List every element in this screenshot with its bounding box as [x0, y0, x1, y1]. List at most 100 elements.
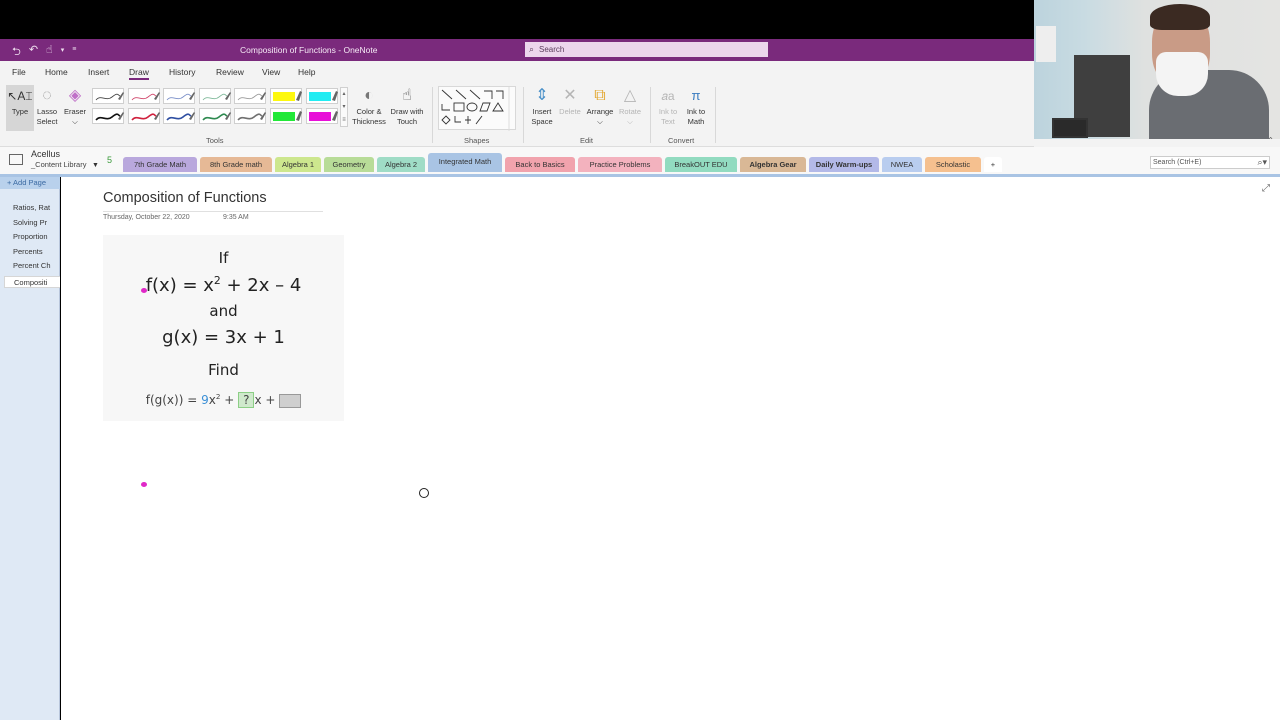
tab-view[interactable]: View [262, 67, 280, 77]
pen-swatch[interactable] [198, 108, 231, 124]
notebook-search-placeholder: Search (Ctrl+E) [1153, 159, 1202, 166]
quick-access-toolbar: ⮌ ↶ ☝ ▾ ≡ [12, 43, 76, 62]
pen-swatch[interactable] [163, 88, 195, 104]
problem-line-and: and [209, 302, 238, 320]
eraser-button[interactable]: ◈ Eraser ⌵ [62, 85, 88, 127]
ribbon-separator [715, 87, 716, 143]
problem-line-f: f(x) = x2 + 2x – 4 [103, 274, 344, 296]
eraser-dropdown-icon: ⌵ [72, 117, 78, 126]
section-tab[interactable]: Geometry [324, 157, 374, 172]
arrange-icon: ⧉ [594, 87, 606, 104]
pen-swatch[interactable] [234, 108, 266, 124]
dropdown-icon[interactable]: ▾ [61, 43, 65, 62]
page-list-item[interactable]: Solving Pr [13, 218, 60, 227]
highlighter-swatch[interactable] [270, 88, 302, 104]
add-page-button[interactable]: + Add Page [0, 177, 60, 189]
search-icon: ⌕▾ [1257, 157, 1267, 167]
tab-home[interactable]: Home [45, 67, 68, 77]
draw-with-touch-button[interactable]: ☝ Draw with Touch [389, 85, 425, 127]
pen-swatch[interactable] [127, 108, 160, 124]
answer-x-term: x + [254, 393, 280, 407]
undo-icon[interactable]: ↶ [29, 43, 38, 62]
tab-insert[interactable]: Insert [88, 67, 109, 77]
pen-swatch[interactable] [127, 88, 160, 104]
section-tab[interactable]: Practice Problems [578, 157, 662, 172]
pen-swatch[interactable] [163, 108, 195, 124]
pen-swatch[interactable] [92, 88, 124, 104]
pen-swatch[interactable] [92, 108, 124, 124]
problem-line-g: g(x) = 3x + 1 [162, 327, 285, 348]
section-tab[interactable]: Scholastic [925, 157, 981, 172]
section-tab[interactable]: BreakOUT EDU [665, 157, 737, 172]
title-underline [103, 211, 323, 212]
note-canvas[interactable]: Composition of Functions Thursday, Octob… [61, 177, 1280, 720]
section-tab[interactable]: Integrated Math [428, 153, 502, 172]
problem-image[interactable]: If f(x) = x2 + 2x – 4 and g(x) = 3x + 1 … [103, 235, 344, 421]
notebook-selector[interactable]: Acellus _Content Library ▼ [31, 149, 99, 171]
section-tab[interactable]: Algebra Gear [740, 157, 806, 172]
page-title[interactable]: Composition of Functions [103, 190, 267, 206]
section-tab[interactable]: NWEA [882, 157, 922, 172]
page-list-item[interactable]: Ratios, Rat [13, 203, 60, 212]
draw-with-touch-label: Draw with Touch [390, 107, 424, 126]
arrange-button[interactable]: ⧉ Arrange ⌵ [584, 85, 616, 127]
type-button[interactable]: ↖A⌶ Type [6, 85, 34, 131]
section-tab[interactable]: Algebra 2 [377, 157, 425, 172]
highlighter-swatch[interactable] [270, 108, 302, 124]
expand-icon[interactable]: ⤢ [1262, 183, 1270, 194]
rotate-dropdown-icon: ⌵ [627, 117, 633, 126]
shapes-group-label: Shapes [464, 136, 490, 145]
tab-draw[interactable]: Draw [129, 67, 149, 80]
ribbon-collapse-bar: ⌃ [1034, 136, 1280, 147]
app-root: ⮌ ↶ ☝ ▾ ≡ Composition of Functions - One… [0, 0, 1280, 720]
delete-button[interactable]: ✕ Delete [558, 85, 582, 117]
pen-swatch[interactable] [234, 88, 266, 104]
page-list-item[interactable]: Percents [13, 247, 60, 256]
ink-to-math-button[interactable]: π Ink to Math [683, 85, 709, 127]
rotate-button[interactable]: △ Rotate ⌵ [617, 85, 643, 127]
answer-coefficient: 9 [201, 393, 209, 407]
back-icon[interactable]: ⮌ [12, 43, 21, 62]
ink-to-text-button[interactable]: 𝑎a Ink to Text [655, 85, 681, 127]
shapes-gallery[interactable] [438, 86, 516, 131]
lasso-select-button[interactable]: ◌ Lasso Select [35, 85, 59, 127]
page-list-item[interactable]: Proportion [13, 232, 60, 241]
ink-dot [141, 288, 147, 293]
section-tab[interactable]: Daily Warm-ups [809, 157, 879, 172]
tab-review[interactable]: Review [216, 67, 244, 77]
f-exponent: 2 [213, 274, 221, 287]
search-icon: ⌕ [529, 44, 535, 54]
tab-file[interactable]: File [12, 67, 26, 77]
insert-space-button[interactable]: ⇕ Insert Space [528, 85, 556, 127]
touch-mode-icon[interactable]: ☝ [46, 43, 53, 62]
section-tab[interactable]: Algebra 1 [275, 157, 321, 172]
tab-history[interactable]: History [169, 67, 195, 77]
notebook-icon[interactable] [9, 154, 23, 165]
answer-plus: + [220, 393, 239, 407]
page-list-item[interactable]: Percent Ch [13, 261, 60, 270]
rotate-label: Rotate [618, 107, 642, 116]
ribbon-separator [523, 87, 524, 143]
answer-box-constant [279, 393, 302, 408]
section-tab[interactable]: 8th Grade math [200, 157, 272, 172]
tab-help[interactable]: Help [298, 67, 315, 77]
highlighter-swatch[interactable] [305, 108, 338, 124]
delete-label: Delete [559, 107, 581, 116]
collapse-ribbon-icon[interactable]: ⌃ [1267, 136, 1274, 145]
section-tab[interactable]: 7th Grade Math [123, 157, 197, 172]
pen-gallery-scroll[interactable]: ▴ ▾ ≡ [340, 87, 348, 127]
add-section-button[interactable]: + [984, 157, 1002, 172]
pen-swatch[interactable] [198, 88, 231, 104]
problem-line-if: If [218, 249, 229, 267]
section-tab[interactable]: Back to Basics [505, 157, 575, 172]
page-date: Thursday, October 22, 2020 [103, 214, 190, 221]
customize-icon[interactable]: ≡ [72, 43, 76, 62]
notebook-search-input[interactable]: Search (Ctrl+E) ⌕▾ [1150, 156, 1270, 169]
ribbon-separator [650, 87, 651, 143]
highlighter-swatch[interactable] [305, 88, 338, 104]
color-thickness-button[interactable]: ◐ Color & Thickness [351, 85, 387, 127]
title-search-box[interactable]: ⌕ Search [525, 42, 768, 57]
notebook-subname: _Content Library [31, 160, 87, 169]
page-list-item[interactable]: Compositi [4, 276, 60, 288]
answer-box-linear: ? [238, 392, 255, 408]
